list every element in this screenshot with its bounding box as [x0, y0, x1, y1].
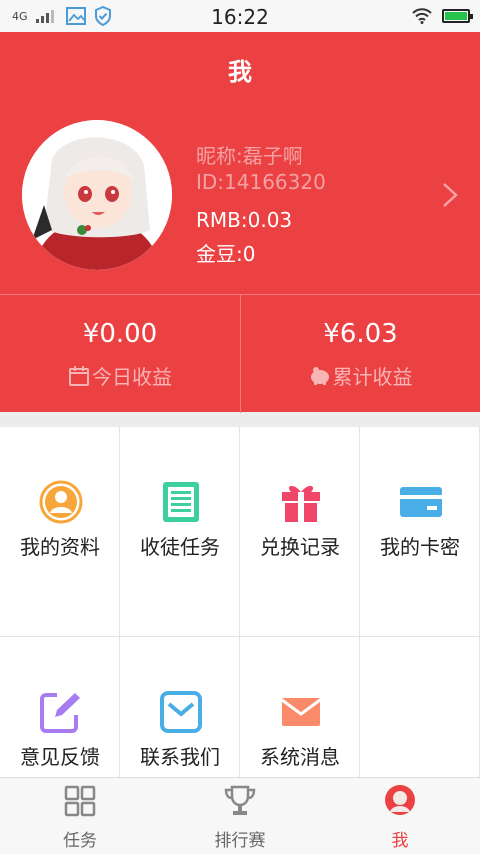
menu-item-card-codes[interactable]: 我的卡密: [360, 427, 480, 637]
calendar-icon: [69, 365, 89, 386]
menu-item-system-messages[interactable]: 系统消息: [240, 637, 360, 777]
battery-icon: [442, 9, 473, 23]
today-label-row: 今日收益: [0, 361, 240, 390]
menu-item-feedback[interactable]: 意见反馈: [0, 637, 120, 777]
status-bar: 4G 16:22: [0, 0, 480, 32]
battery-fill: [445, 12, 467, 20]
tab-tasks[interactable]: 任务: [0, 778, 160, 854]
avatar-icon: [385, 785, 415, 815]
menu-label: 我的资料: [20, 535, 100, 559]
total-label-row: 累计收益: [241, 361, 480, 390]
edit-icon: [40, 691, 81, 733]
menu-item-empty: [360, 637, 480, 777]
menu-item-contact-us[interactable]: 联系我们: [120, 637, 240, 777]
bottom-tab-bar: 任务 排行赛 我: [0, 777, 480, 854]
menu-label: 收徒任务: [140, 535, 220, 559]
tab-me[interactable]: 我: [320, 778, 480, 854]
card-icon: [400, 487, 442, 517]
menu-label: 联系我们: [140, 745, 220, 769]
menu-grid: 我的资料 收徒任务 兑换记录 我的卡密 意见反馈 联系我们 系统消息: [0, 427, 480, 777]
today-amount: ¥0.00: [82, 319, 158, 349]
document-list-icon: [163, 482, 199, 522]
clock: 16:22: [211, 5, 269, 29]
total-label: 累计收益: [332, 365, 413, 389]
total-amount: ¥6.03: [323, 319, 398, 349]
gold-balance: 金豆:0: [196, 242, 256, 266]
trophy-icon: [224, 785, 256, 815]
app-screen: 4G 16:22 我 昵称:磊子啊 ID:14166320 RMB:0.03 金…: [0, 0, 480, 854]
menu-label: 系统消息: [260, 745, 340, 769]
profile-card[interactable]: 昵称:磊子啊 ID:14166320 RMB:0.03 金豆:0: [0, 120, 480, 278]
menu-label: 兑换记录: [260, 535, 340, 559]
profile-header: 我 昵称:磊子啊 ID:14166320 RMB:0.03 金豆:0 ¥0.00…: [0, 32, 480, 413]
tab-label: 排行赛: [214, 831, 266, 851]
envelope-icon: [281, 698, 321, 726]
menu-item-profile[interactable]: 我的资料: [0, 427, 120, 637]
menu-item-apprentice-task[interactable]: 收徒任务: [120, 427, 240, 637]
user-icon: [39, 480, 83, 524]
avatar[interactable]: [22, 120, 172, 270]
page-title: 我: [228, 58, 252, 86]
gift-icon: [282, 485, 320, 522]
tab-label: 我: [391, 831, 409, 851]
piggy-bank-icon: [310, 366, 329, 385]
rmb-balance: RMB:0.03: [196, 208, 293, 232]
status-right: [412, 6, 473, 26]
earnings-panel: ¥0.00 今日收益 ¥6.03 累计收益: [0, 294, 480, 413]
tab-ranking[interactable]: 排行赛: [160, 778, 320, 854]
user-id: ID:14166320: [196, 170, 326, 194]
today-label: 今日收益: [92, 365, 172, 389]
menu-item-exchange-records[interactable]: 兑换记录: [240, 427, 360, 637]
mail-icon: [160, 691, 202, 733]
grid-icon: [64, 785, 96, 817]
chevron-right-icon[interactable]: [438, 180, 462, 210]
wifi-icon: [412, 8, 432, 24]
avatar-image: [22, 120, 172, 270]
menu-label: 意见反馈: [20, 745, 100, 769]
nickname: 昵称:磊子啊: [196, 144, 303, 168]
total-earnings[interactable]: ¥6.03 累计收益: [240, 295, 480, 413]
tab-label: 任务: [63, 831, 97, 851]
today-earnings[interactable]: ¥0.00 今日收益: [0, 295, 240, 413]
menu-label: 我的卡密: [380, 535, 460, 559]
